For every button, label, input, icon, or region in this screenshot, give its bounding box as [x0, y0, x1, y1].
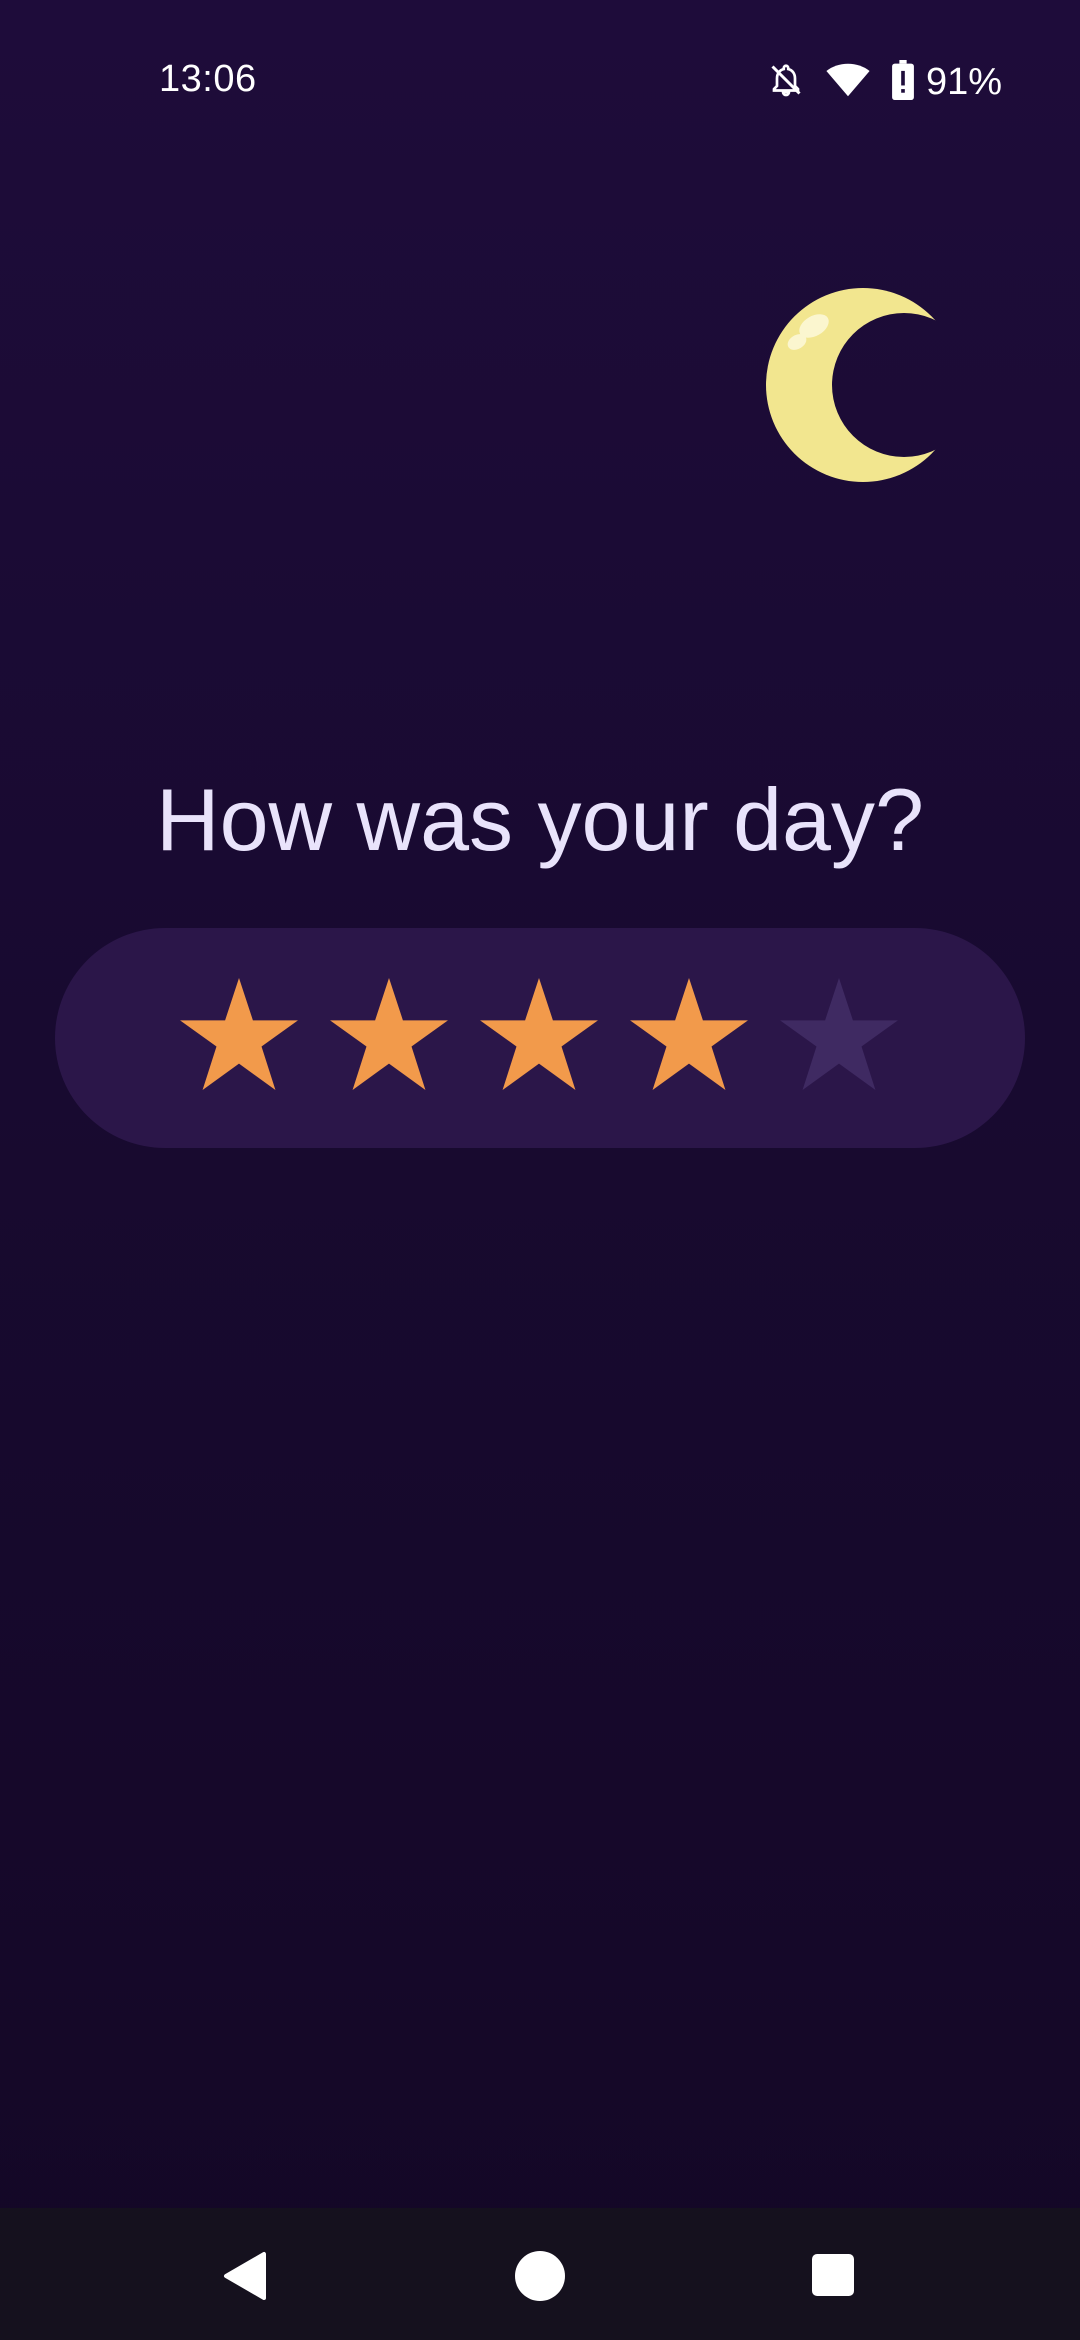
battery-icon [892, 59, 914, 105]
navigation-bar [0, 2208, 1080, 2340]
star-5[interactable] [780, 978, 898, 1090]
star-1-shape [180, 978, 298, 1090]
status-icons: 91% [746, 58, 1002, 106]
star-4-shape [630, 978, 748, 1090]
wifi-icon [826, 62, 870, 103]
rating-card [55, 928, 1025, 1148]
status-time: 13:06 [159, 58, 257, 100]
home-icon[interactable] [512, 2248, 568, 2304]
star-2[interactable] [330, 978, 448, 1090]
star-2-shape [330, 978, 448, 1090]
battery-percent: 91% [925, 60, 1002, 103]
status-bar: 13:06 91% [0, 0, 1080, 164]
star-3[interactable] [480, 978, 598, 1090]
alarm-off-icon [768, 60, 804, 105]
recents-icon[interactable] [806, 2248, 862, 2304]
question-title: How was your day? [156, 770, 924, 869]
back-icon[interactable] [218, 2248, 274, 2304]
star-1[interactable] [180, 978, 298, 1090]
star-4[interactable] [630, 978, 748, 1090]
star-3-shape [480, 978, 598, 1090]
moon-icon [766, 288, 960, 482]
star-5-shape [780, 978, 898, 1090]
